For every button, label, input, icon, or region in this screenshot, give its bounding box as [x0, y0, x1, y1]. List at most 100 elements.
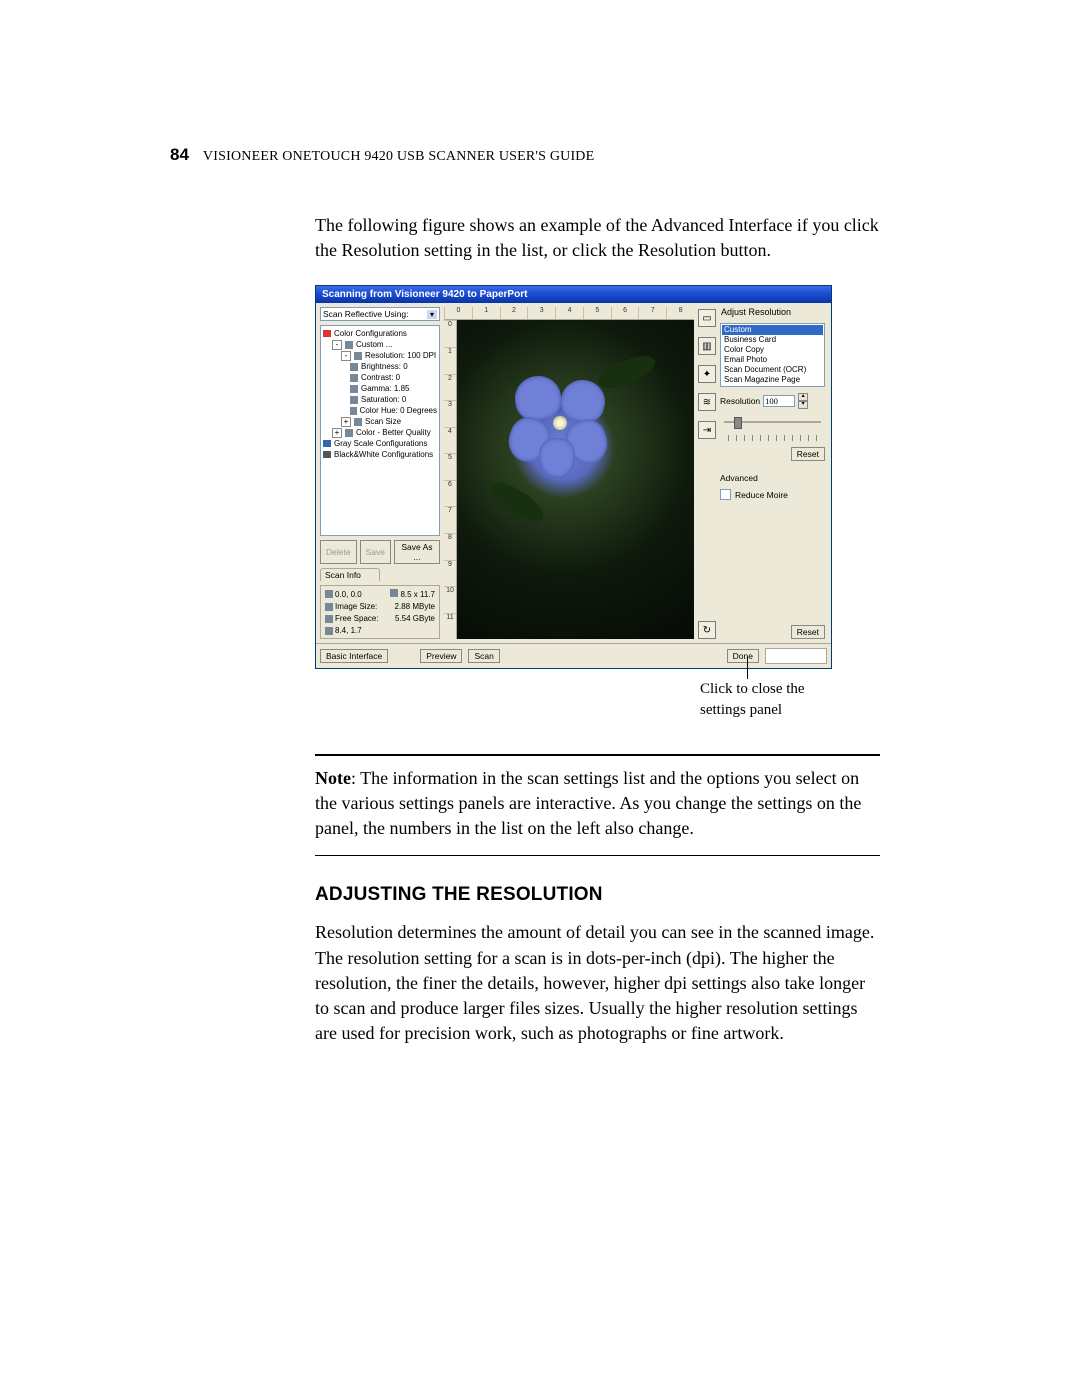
note-paragraph: Note: The information in the scan settin…	[315, 766, 880, 842]
filters-tool-button[interactable]: ≋	[698, 393, 716, 411]
tree-brightness: Brightness: 0	[361, 361, 408, 372]
tree-custom: Custom ...	[356, 339, 392, 350]
reset-button-2[interactable]: Reset	[791, 625, 825, 639]
preview-column: 0 1 2 3 4 5 6 7 8 0 1 2	[444, 307, 694, 639]
flower-petal	[539, 438, 575, 478]
tree-contrast: Contrast: 0	[361, 372, 400, 383]
collapse-icon[interactable]: -	[341, 351, 351, 361]
dropdown-arrow-icon: ▾	[427, 310, 437, 319]
ruler-tick: 2	[500, 307, 528, 319]
rotate-tool-button[interactable]: ↻	[698, 621, 716, 639]
brightness-icon	[350, 363, 358, 371]
ruler-tick: 5	[583, 307, 611, 319]
info-wh: 8.5 x 11.7	[400, 590, 435, 599]
ruler-tick: 8	[666, 307, 694, 319]
ruler-tick: 3	[444, 400, 456, 427]
ruler-tick: 1	[444, 347, 456, 374]
gamma-icon	[350, 385, 358, 393]
info-coords: 0.0, 0.0	[335, 590, 362, 599]
panel-title: Adjust Resolution	[720, 307, 825, 317]
reset-button[interactable]: Reset	[791, 447, 825, 461]
note-rule-bottom	[315, 855, 880, 856]
preset-item[interactable]: Custom	[722, 325, 823, 335]
info-scale: 8.4, 1.7	[335, 626, 362, 635]
spin-up-icon[interactable]: ▴	[798, 393, 808, 401]
scan-info-panel: 0.0, 0.0 8.5 x 11.7 Image Size: 2.88 MBy…	[320, 585, 440, 639]
basic-interface-button[interactable]: Basic Interface	[320, 649, 388, 663]
window-titlebar: Scanning from Visioneer 9420 to PaperPor…	[316, 286, 831, 303]
save-as-button[interactable]: Save As ...	[394, 540, 440, 564]
running-header: 84 VISIONEER ONETOUCH 9420 USB SCANNER U…	[170, 145, 900, 165]
tree-gamma: Gamma: 1.85	[361, 383, 409, 394]
color-swatch-icon	[323, 330, 331, 337]
reduce-moire-label: Reduce Moire	[735, 490, 788, 500]
collapse-icon[interactable]: -	[332, 340, 342, 350]
colors-tool-button[interactable]: ✦	[698, 365, 716, 383]
note-label: Note	[315, 768, 351, 788]
ruler-tick: 7	[638, 307, 666, 319]
ruler-tick: 6	[611, 307, 639, 319]
ruler-tick: 8	[444, 533, 456, 560]
scan-button[interactable]: Scan	[468, 649, 499, 663]
header-title: VISIONEER ONETOUCH 9420 USB SCANNER USER…	[203, 149, 594, 165]
preview-image[interactable]	[457, 320, 694, 639]
ruler-tick: 3	[527, 307, 555, 319]
scan-type-label: Scan Reflective Using:	[323, 309, 409, 319]
resolution-input[interactable]	[763, 395, 795, 407]
resolution-preset-list[interactable]: Custom Business Card Color Copy Email Ph…	[720, 323, 825, 387]
leaf-shape	[595, 347, 659, 398]
reduce-moire-option[interactable]: Reduce Moire	[720, 489, 825, 500]
preview-button[interactable]: Preview	[420, 649, 462, 663]
info-free-lbl: Free Space:	[335, 614, 379, 623]
gray-swatch-icon	[323, 440, 331, 447]
scan-info-tab[interactable]: Scan Info	[320, 568, 380, 581]
scale-icon	[325, 627, 333, 635]
spin-down-icon[interactable]: ▾	[798, 401, 808, 409]
tree-color-cfg: Color Configurations	[334, 328, 407, 339]
tree-bw-cfg: Black&White Configurations	[334, 449, 433, 460]
tree-scan-size: Scan Size	[365, 416, 401, 427]
slider-thumb[interactable]	[734, 417, 742, 429]
leaf-shape	[485, 479, 550, 526]
expand-icon[interactable]: +	[332, 428, 342, 438]
preset-item[interactable]: Business Card	[722, 335, 823, 345]
section-heading: ADJUSTING THE RESOLUTION	[315, 884, 900, 906]
expand-icon[interactable]: +	[341, 417, 351, 427]
ruler-tick: 11	[444, 613, 456, 640]
folder-icon	[345, 429, 353, 437]
ruler-tick: 0	[444, 307, 472, 319]
origin-icon	[325, 590, 333, 598]
ruler-tick: 4	[444, 427, 456, 454]
preset-item[interactable]: Color Copy	[722, 345, 823, 355]
resolution-row: Resolution ▴▾	[720, 393, 825, 409]
preset-item[interactable]: Email Photo	[722, 355, 823, 365]
resolution-slider[interactable]	[724, 417, 821, 427]
note-body: : The information in the scan settings l…	[315, 768, 861, 838]
note-rule-top	[315, 754, 880, 756]
preset-item[interactable]: Scan Magazine Page	[722, 375, 823, 385]
image-icon	[325, 603, 333, 611]
advanced-label: Advanced	[720, 473, 825, 483]
callout-line-1: Click to close the	[700, 679, 830, 699]
done-button[interactable]: Done	[727, 649, 759, 663]
document-page: 8 4 VISIONEER ONETOUCH 9420 USB SCANNER U…	[170, 145, 900, 1046]
delete-button: Delete	[320, 540, 357, 564]
ruler-tick: 9	[444, 560, 456, 587]
histogram-tool-button[interactable]: ▥	[698, 337, 716, 355]
ruler-tick: 0	[444, 320, 456, 347]
callout-line-2: settings panel	[700, 700, 830, 720]
resolution-label: Resolution	[720, 396, 760, 406]
ruler-vertical: 0 1 2 3 4 5 6 7 8 9 10 11	[444, 320, 457, 639]
scan-type-dropdown[interactable]: Scan Reflective Using: ▾	[320, 307, 440, 321]
resolution-tool-button[interactable]: ▭	[698, 309, 716, 327]
checkbox-icon[interactable]	[720, 489, 731, 500]
status-slot	[765, 648, 827, 664]
bw-swatch-icon	[323, 451, 331, 458]
ruler-tick: 1	[472, 307, 500, 319]
settings-tree[interactable]: Color Configurations -Custom ... -Resolu…	[320, 325, 440, 536]
resolution-spinner[interactable]: ▴▾	[798, 393, 808, 409]
close-panel-button[interactable]: ⇥	[698, 421, 716, 439]
preset-item[interactable]: Scan Document (OCR)	[722, 365, 823, 375]
disk-icon	[325, 615, 333, 623]
callout-leader-line	[747, 657, 748, 679]
